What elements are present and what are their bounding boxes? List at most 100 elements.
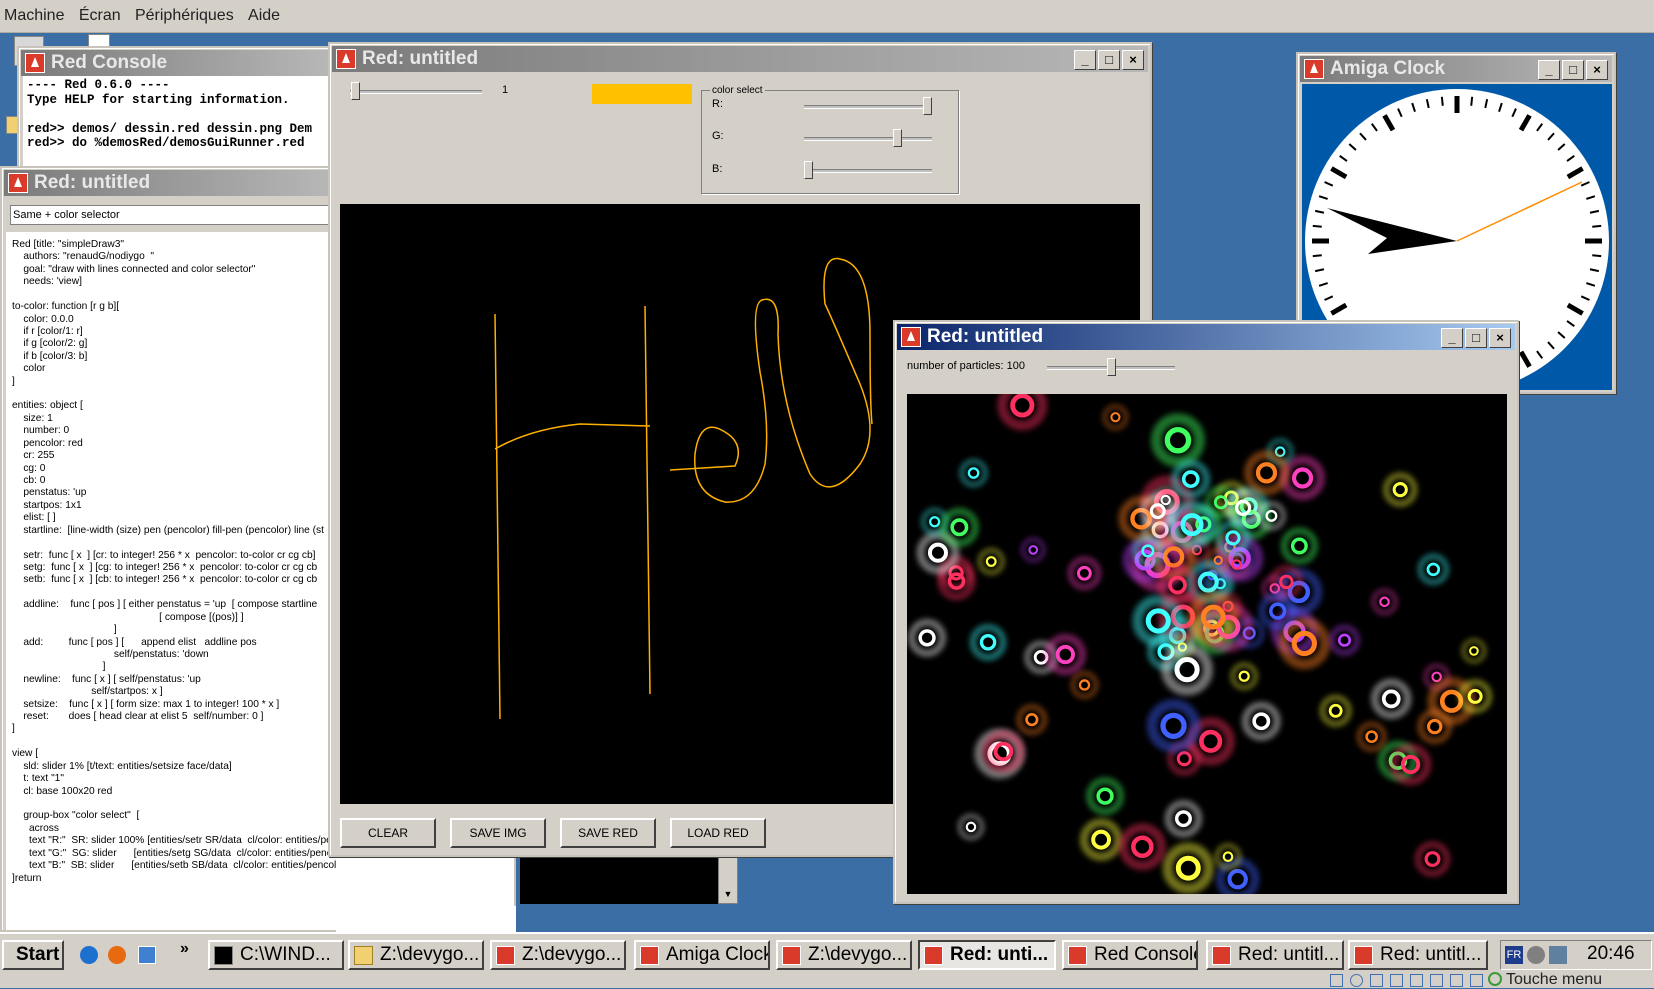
source-code-text: Red [title: "simpleDraw3" authors: "rena… <box>12 239 338 884</box>
maximize-button[interactable]: □ <box>1098 50 1120 70</box>
language-indicator[interactable]: FR <box>1505 946 1523 964</box>
system-tray: FR 20:46 <box>1500 940 1652 970</box>
g-label: G: <box>712 130 724 142</box>
runner-titlebar[interactable]: Red: untitled <box>4 170 336 196</box>
color-swatch <box>592 84 692 104</box>
demo-name-field[interactable]: Same + color selector <box>10 205 338 225</box>
clear-button[interactable]: CLEAR <box>340 818 436 848</box>
mouse-integration-icon[interactable] <box>1470 974 1483 987</box>
particles-titlebar[interactable]: Red: untitled _ □ × <box>897 324 1515 350</box>
vbox-status-icons <box>1330 974 1500 988</box>
network-icon[interactable] <box>1549 946 1567 964</box>
load-red-button[interactable]: LOAD RED <box>670 818 766 848</box>
red-app-icon <box>782 946 801 965</box>
task-button[interactable]: Red Console <box>1062 940 1198 970</box>
menu-screen[interactable]: Écran <box>75 0 128 25</box>
b-slider-track[interactable] <box>804 169 932 173</box>
folder-icon <box>354 946 373 965</box>
task-button[interactable]: Z:\devygo... <box>348 940 484 970</box>
b-label: B: <box>712 163 723 175</box>
close-button[interactable]: × <box>1489 328 1511 348</box>
minute-tick <box>1440 96 1444 106</box>
draw-titlebar[interactable]: Red: untitled _ □ × <box>332 46 1148 72</box>
start-button[interactable]: Start <box>2 940 64 970</box>
red-app-icon <box>1068 946 1087 965</box>
speaker-icon[interactable] <box>1527 946 1545 964</box>
console-line: Type HELP for starting information. <box>27 92 290 107</box>
shared-folder-icon[interactable] <box>1390 974 1403 987</box>
red-app-icon <box>336 49 356 69</box>
draw-title: Red: untitled <box>362 48 479 69</box>
minute-tick <box>1592 254 1602 258</box>
ie-icon[interactable] <box>80 946 98 964</box>
b-slider-thumb[interactable] <box>804 161 813 179</box>
firefox-icon[interactable] <box>108 946 126 964</box>
close-button[interactable]: × <box>1586 60 1608 80</box>
r-slider-thumb[interactable] <box>923 97 932 115</box>
hidden-window-canvas <box>520 856 738 904</box>
task-button[interactable]: Red: untitl... <box>1206 940 1344 970</box>
red-app-icon <box>640 946 659 965</box>
task-button[interactable]: Z:\devygo... <box>776 940 912 970</box>
scroll-down-icon[interactable]: ▼ <box>720 886 736 902</box>
optical-drive-icon[interactable] <box>1350 974 1363 987</box>
minute-tick <box>1312 224 1322 228</box>
particle-slider-thumb[interactable] <box>1106 358 1116 376</box>
minute-tick <box>1312 254 1322 258</box>
clock-time[interactable]: 20:46 <box>1587 943 1635 965</box>
source-code-area[interactable]: Red [title: "simpleDraw3" authors: "rena… <box>6 232 338 930</box>
minute-tick <box>1592 224 1602 228</box>
task-button[interactable]: C:\WIND... <box>208 940 344 970</box>
red-app-icon <box>1354 946 1373 965</box>
groupbox-title: color select <box>710 85 765 96</box>
task-button[interactable]: Amiga Clock <box>634 940 770 970</box>
harddisk-icon[interactable] <box>1330 974 1343 987</box>
console-titlebar[interactable]: Red Console <box>21 50 333 76</box>
red-app-icon <box>1212 946 1231 965</box>
particle-count-label: number of particles: 100 <box>907 360 1026 372</box>
particles-window: Red: untitled _ □ × number of particles: 1… <box>893 320 1519 904</box>
chevron-right-icon[interactable]: » <box>180 940 189 958</box>
cpu-icon[interactable] <box>1450 974 1463 987</box>
host-key-icon <box>1488 972 1502 986</box>
console-title: Red Console <box>51 52 168 73</box>
scrollbar[interactable]: ▼ <box>718 856 738 904</box>
menu-help[interactable]: Aide <box>244 0 287 25</box>
demo-runner-window: Red: untitled Same + color selector Red … <box>0 166 340 932</box>
save-img-button[interactable]: SAVE IMG <box>450 818 546 848</box>
task-button[interactable]: Red: untitl... <box>1348 940 1488 970</box>
app-icon[interactable] <box>138 946 156 964</box>
menu-devices[interactable]: Périphériques <box>131 0 241 25</box>
usb-icon[interactable] <box>1370 974 1383 987</box>
display-icon[interactable] <box>1410 974 1423 987</box>
console-output[interactable]: ---- Red 0.6.0 ---- Type HELP for starti… <box>23 76 333 172</box>
r-label: R: <box>712 98 723 110</box>
size-slider-thumb[interactable] <box>351 82 361 100</box>
menu-machine[interactable]: Machine <box>0 0 71 25</box>
virtualbox-menubar: Machine Écran Périphériques Aide <box>0 0 1654 33</box>
clock-title: Amiga Clock <box>1330 58 1446 79</box>
close-button[interactable]: × <box>1122 50 1144 70</box>
particles-canvas[interactable] <box>907 394 1507 894</box>
red-app-icon <box>924 946 943 965</box>
g-slider-track[interactable] <box>804 137 932 141</box>
clock-titlebar[interactable]: Amiga Clock _ □ × <box>1300 56 1612 82</box>
r-slider-track[interactable] <box>804 105 932 109</box>
host-key-label: Touche menu <box>1506 971 1603 988</box>
cmd-icon <box>214 946 233 965</box>
minimize-button[interactable]: _ <box>1074 50 1096 70</box>
particles-title: Red: untitled <box>927 326 1044 347</box>
task-button[interactable]: Z:\devygo... <box>490 940 626 970</box>
maximize-button[interactable]: □ <box>1562 60 1584 80</box>
minimize-button[interactable]: _ <box>1538 60 1560 80</box>
red-app-icon <box>901 327 921 347</box>
maximize-button[interactable]: □ <box>1465 328 1487 348</box>
recording-icon[interactable] <box>1430 974 1443 987</box>
red-app-icon <box>1304 59 1324 79</box>
task-button-active[interactable]: Red: unti... <box>918 940 1056 970</box>
minimize-button[interactable]: _ <box>1441 328 1463 348</box>
save-red-button[interactable]: SAVE RED <box>560 818 656 848</box>
size-slider-track[interactable] <box>350 90 482 94</box>
g-slider-thumb[interactable] <box>893 129 903 147</box>
red-app-icon <box>496 946 515 965</box>
